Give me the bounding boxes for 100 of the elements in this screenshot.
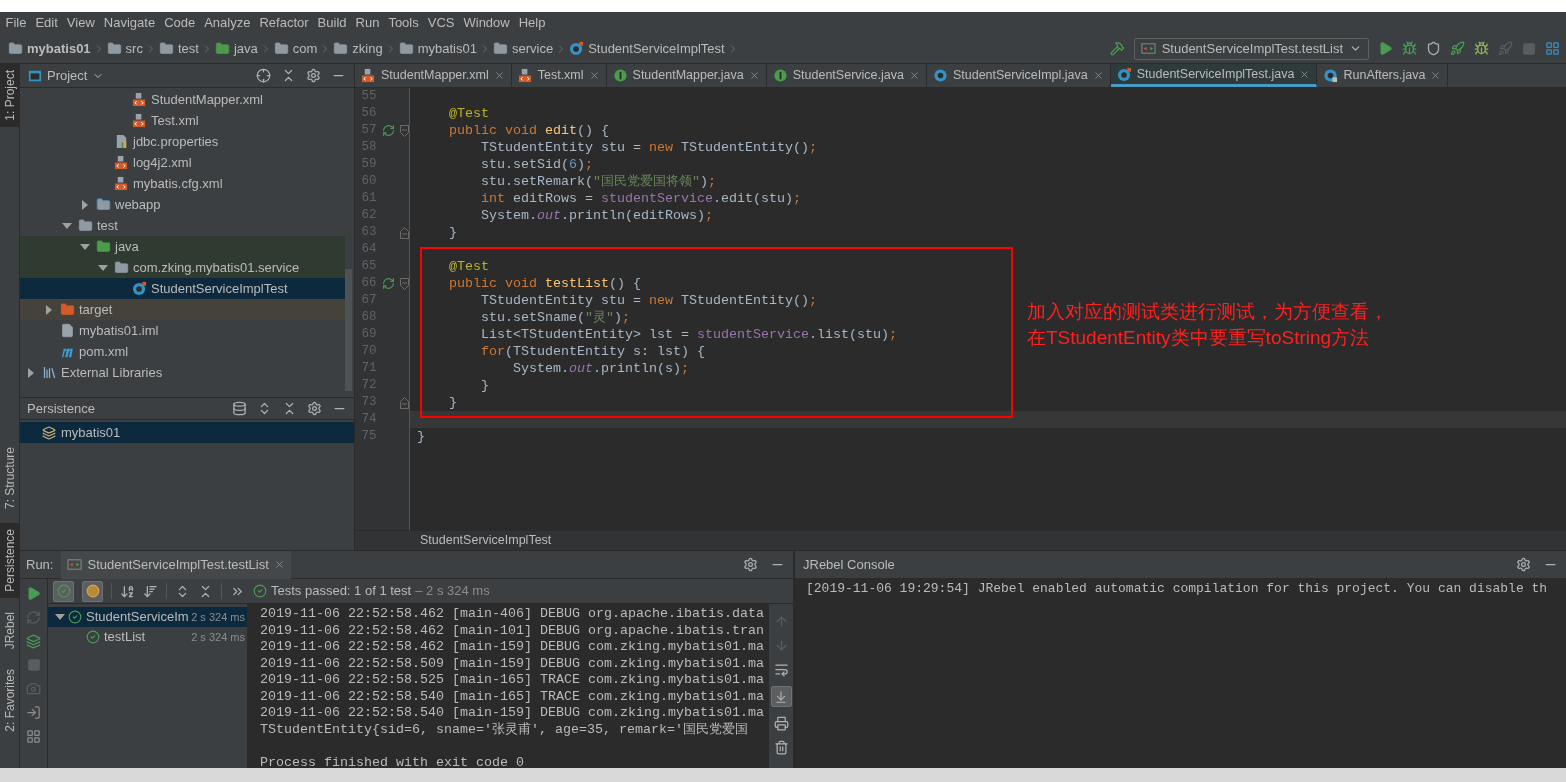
expanded-arrow-icon[interactable] bbox=[55, 612, 65, 622]
tree-item[interactable]: StudentServiceImplTest bbox=[20, 278, 345, 299]
tree-item[interactable]: webapp bbox=[20, 194, 345, 215]
show-passed-toggle[interactable] bbox=[53, 580, 74, 602]
tree-item[interactable]: pom.xml bbox=[20, 341, 345, 362]
project-view-dropdown[interactable]: Project bbox=[28, 65, 105, 86]
rocket-icon[interactable] bbox=[1450, 41, 1465, 56]
breadcrumb-item[interactable]: service bbox=[490, 38, 556, 59]
run-tab[interactable]: StudentServiceImplTest.testList bbox=[61, 550, 291, 579]
close-icon[interactable] bbox=[1299, 68, 1311, 80]
menu-item[interactable]: Analyze bbox=[199, 13, 255, 33]
scrollbar-thumb[interactable] bbox=[345, 269, 352, 391]
tree-item[interactable]: External Libraries bbox=[20, 362, 345, 383]
close-icon[interactable] bbox=[588, 70, 600, 81]
close-icon[interactable] bbox=[493, 70, 505, 81]
sort-alphabetically-icon[interactable] bbox=[120, 583, 135, 599]
menu-item[interactable]: View bbox=[62, 13, 100, 33]
editor-tab[interactable]: StudentServiceImpl.java bbox=[926, 64, 1111, 87]
editor-tab[interactable]: RunAfters.java bbox=[1317, 64, 1449, 87]
menu-item[interactable]: Window bbox=[458, 13, 515, 33]
menu-item[interactable]: VCS bbox=[423, 13, 459, 33]
side-tool-tab[interactable]: 1: Project bbox=[0, 64, 20, 127]
menu-item[interactable]: Navigate bbox=[99, 13, 160, 33]
tree-item[interactable]: Test.xml bbox=[20, 110, 345, 131]
print-icon[interactable] bbox=[773, 716, 789, 731]
menu-item[interactable]: Refactor bbox=[254, 13, 314, 33]
breadcrumb-item[interactable]: java bbox=[212, 38, 260, 59]
breadcrumb-item[interactable]: src bbox=[104, 38, 145, 59]
tree-item[interactable]: test bbox=[20, 215, 345, 236]
run-configuration-dropdown[interactable]: StudentServiceImplTest.testList bbox=[1133, 37, 1369, 60]
side-tool-tab[interactable]: 7: Structure bbox=[0, 441, 20, 516]
tree-item[interactable]: StudentMapper.xml bbox=[20, 89, 345, 110]
run-icon[interactable] bbox=[1378, 41, 1393, 56]
breadcrumb-item[interactable]: mybatis01 bbox=[396, 38, 479, 59]
editor-tab[interactable]: StudentMapper.xml bbox=[355, 64, 512, 87]
tree-item[interactable]: log4j2.xml bbox=[20, 152, 345, 173]
menu-item[interactable]: File bbox=[1, 13, 31, 33]
fold-marker-icon[interactable] bbox=[400, 124, 409, 137]
expanded-arrow-icon[interactable] bbox=[80, 241, 90, 252]
menu-item[interactable]: Run bbox=[351, 13, 384, 33]
settings-icon[interactable] bbox=[307, 401, 322, 416]
settings-icon[interactable] bbox=[743, 557, 758, 572]
expanded-arrow-icon[interactable] bbox=[62, 220, 72, 231]
sort-by-duration-icon[interactable] bbox=[143, 583, 158, 599]
editor-tab[interactable]: StudentService.java bbox=[766, 64, 927, 87]
show-ignored-toggle[interactable] bbox=[82, 580, 103, 602]
hammer-icon[interactable] bbox=[1109, 41, 1125, 56]
expanded-arrow-icon[interactable] bbox=[98, 262, 108, 273]
soft-wrap-icon[interactable] bbox=[773, 662, 789, 677]
tree-item[interactable]: mybatis.cfg.xml bbox=[20, 173, 345, 194]
tree-item[interactable]: java bbox=[20, 236, 345, 257]
side-tool-tab[interactable]: Persistence bbox=[0, 523, 20, 598]
tree-item[interactable]: target bbox=[20, 299, 345, 320]
editor-breadcrumb[interactable]: StudentServiceImplTest bbox=[420, 531, 552, 550]
bug-icon[interactable] bbox=[1474, 41, 1489, 56]
persistence-item[interactable]: mybatis01 bbox=[20, 422, 354, 443]
menu-item[interactable]: Edit bbox=[30, 13, 63, 33]
close-icon[interactable] bbox=[1092, 70, 1104, 81]
fold-marker-icon[interactable] bbox=[400, 226, 409, 239]
fold-marker-icon[interactable] bbox=[400, 396, 409, 409]
collapsed-arrow-icon[interactable] bbox=[44, 304, 54, 315]
menu-item[interactable]: Build bbox=[313, 13, 351, 33]
trash-icon[interactable] bbox=[773, 740, 789, 755]
breadcrumb-item[interactable]: test bbox=[156, 38, 201, 59]
menu-item[interactable]: Code bbox=[159, 13, 200, 33]
breadcrumb-item[interactable]: zking bbox=[331, 38, 385, 59]
tree-item[interactable]: com.zking.mybatis01.service bbox=[20, 257, 345, 278]
tree-item[interactable]: jdbc.properties bbox=[20, 131, 345, 152]
run-gutter-icon[interactable] bbox=[381, 124, 395, 137]
settings-icon[interactable] bbox=[1516, 557, 1531, 572]
close-icon[interactable] bbox=[1430, 70, 1442, 81]
collapsed-arrow-icon[interactable] bbox=[80, 199, 90, 210]
settings-icon[interactable] bbox=[306, 68, 321, 83]
test-tree-item[interactable]: testList 2 s 324 ms bbox=[48, 627, 247, 647]
scroll-to-end-button[interactable] bbox=[770, 686, 792, 707]
exit-icon[interactable] bbox=[26, 705, 41, 720]
breadcrumb-item[interactable]: com bbox=[271, 38, 320, 59]
breadcrumb-item[interactable]: mybatis01 bbox=[6, 38, 93, 59]
test-tree-item[interactable]: StudentServiceIm 2 s 324 ms bbox=[48, 607, 247, 627]
close-icon[interactable] bbox=[908, 70, 920, 81]
collapsed-arrow-icon[interactable] bbox=[26, 367, 36, 378]
side-tool-tab[interactable]: 2: Favorites bbox=[0, 663, 20, 738]
editor-tab[interactable]: StudentServiceImplTest.java bbox=[1110, 64, 1318, 87]
run-gutter-icon[interactable] bbox=[381, 277, 395, 290]
debug-icon[interactable] bbox=[1402, 41, 1417, 56]
menu-item[interactable]: Help bbox=[514, 13, 550, 33]
tree-item[interactable]: mybatis01.iml bbox=[20, 320, 345, 341]
editor-tab[interactable]: Test.xml bbox=[511, 64, 607, 87]
layout-icon[interactable] bbox=[26, 729, 41, 744]
fold-marker-icon[interactable] bbox=[400, 277, 409, 290]
menu-item[interactable]: Tools bbox=[383, 13, 424, 33]
breadcrumb-item[interactable]: StudentServiceImplTest bbox=[567, 38, 727, 59]
side-tool-tab[interactable]: JRebel bbox=[0, 605, 20, 656]
close-icon[interactable] bbox=[748, 70, 760, 81]
project-structure-icon[interactable] bbox=[1545, 41, 1560, 56]
locate-icon[interactable] bbox=[256, 68, 271, 83]
editor-tab[interactable]: StudentMapper.java bbox=[606, 64, 767, 87]
shield-icon[interactable] bbox=[1426, 41, 1441, 56]
run-icon[interactable] bbox=[26, 586, 41, 601]
close-icon[interactable] bbox=[273, 559, 285, 570]
